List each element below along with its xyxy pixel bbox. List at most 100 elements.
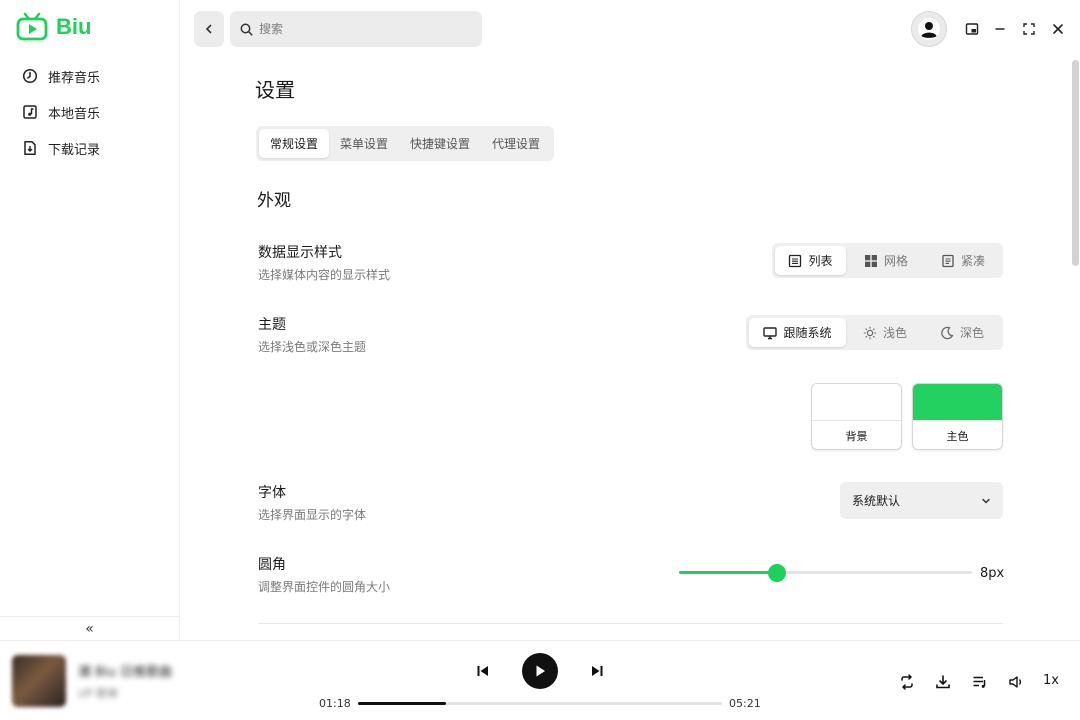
download-record-icon bbox=[24, 141, 36, 155]
total-time: 05:21 bbox=[729, 697, 761, 710]
page-title: 设置 bbox=[255, 78, 295, 102]
album-cover[interactable] bbox=[12, 655, 66, 707]
tab-general-settings[interactable]: 常规设置 bbox=[259, 129, 330, 158]
chevron-left-icon bbox=[205, 24, 212, 34]
playlist-button[interactable] bbox=[969, 671, 991, 693]
theme-dark-label: 深色 bbox=[959, 326, 984, 340]
font-label: 字体 bbox=[258, 485, 286, 501]
user-avatar[interactable] bbox=[911, 11, 947, 47]
skip-previous-icon bbox=[477, 666, 488, 676]
display-style-desc: 选择媒体内容的显示样式 bbox=[258, 268, 391, 282]
display-style-compact-button[interactable]: 紧凑 bbox=[926, 246, 1000, 275]
content-scrollbar[interactable] bbox=[1072, 60, 1079, 266]
search-icon bbox=[240, 23, 253, 36]
previous-track-button[interactable] bbox=[473, 661, 493, 681]
theme-selector: 跟随系统 浅色 深色 bbox=[746, 315, 1003, 350]
track-title[interactable]: 潮 Biu 日推歌曲 bbox=[78, 661, 172, 680]
search-box bbox=[230, 11, 482, 47]
download-button[interactable] bbox=[932, 671, 954, 693]
sidebar: Biu 推荐音乐 本地音乐 下载记录 « bbox=[0, 0, 180, 640]
playback-progress-bar[interactable] bbox=[358, 702, 722, 705]
display-style-compact-label: 紧凑 bbox=[960, 254, 985, 268]
compact-icon bbox=[942, 254, 954, 267]
sun-icon bbox=[863, 326, 877, 339]
theme-label: 主题 bbox=[258, 317, 286, 333]
theme-desc: 选择浅色或深色主题 bbox=[258, 340, 367, 354]
back-button[interactable] bbox=[194, 11, 224, 47]
display-style-label: 数据显示样式 bbox=[258, 245, 342, 261]
background-color-preview bbox=[812, 384, 901, 421]
minimize-button[interactable] bbox=[989, 18, 1011, 40]
font-desc: 选择界面显示的字体 bbox=[258, 508, 367, 522]
playlist-icon bbox=[973, 676, 986, 688]
grid-icon bbox=[864, 254, 877, 267]
tab-proxy-settings[interactable]: 代理设置 bbox=[481, 129, 551, 158]
mini-mode-button[interactable] bbox=[961, 18, 983, 40]
tab-shortcut-settings[interactable]: 快捷键设置 bbox=[399, 129, 481, 158]
primary-color-swatch[interactable]: 主色 bbox=[912, 383, 1003, 450]
theme-light-button[interactable]: 浅色 bbox=[846, 318, 924, 347]
close-button[interactable] bbox=[1047, 18, 1069, 40]
monitor-icon bbox=[763, 326, 778, 339]
volume-icon bbox=[1009, 676, 1022, 688]
background-color-swatch[interactable]: 背景 bbox=[811, 383, 902, 450]
theme-light-label: 浅色 bbox=[882, 326, 907, 340]
display-style-grid-label: 网格 bbox=[883, 254, 908, 268]
play-icon bbox=[536, 665, 545, 677]
sidebar-item-recommend[interactable]: 推荐音乐 bbox=[0, 58, 179, 94]
display-style-grid-button[interactable]: 网格 bbox=[846, 246, 926, 275]
tv-logo-icon bbox=[16, 12, 48, 41]
settings-tabs: 常规设置 菜单设置 快捷键设置 代理设置 bbox=[256, 126, 555, 161]
radius-desc: 调整界面控件的圆角大小 bbox=[258, 580, 391, 594]
radius-slider-fill bbox=[679, 571, 777, 574]
sidebar-item-label: 本地音乐 bbox=[48, 106, 101, 122]
volume-button[interactable] bbox=[1005, 671, 1027, 693]
playback-speed-button[interactable]: 1x bbox=[1043, 673, 1059, 688]
chevron-down-icon bbox=[982, 498, 990, 504]
sidebar-nav: 推荐音乐 本地音乐 下载记录 bbox=[0, 58, 179, 166]
primary-color-label: 主色 bbox=[946, 429, 969, 443]
app-logo[interactable]: Biu bbox=[16, 12, 91, 42]
user-icon bbox=[918, 18, 940, 40]
moon-icon bbox=[941, 326, 954, 339]
repeat-icon bbox=[901, 674, 913, 690]
next-track-button[interactable] bbox=[587, 661, 607, 681]
tab-menu-settings[interactable]: 菜单设置 bbox=[329, 129, 399, 158]
sidebar-item-download-record[interactable]: 下载记录 bbox=[0, 130, 179, 166]
play-button[interactable] bbox=[522, 653, 558, 689]
search-input[interactable] bbox=[259, 22, 459, 36]
font-select[interactable]: 系统默认 bbox=[840, 482, 1003, 519]
skip-next-icon bbox=[592, 666, 603, 676]
fullscreen-icon bbox=[1023, 23, 1035, 35]
theme-follow-system-label: 跟随系统 bbox=[783, 326, 832, 340]
track-artist[interactable]: UP 歌单 bbox=[78, 685, 118, 701]
list-icon bbox=[789, 254, 802, 267]
close-icon bbox=[1053, 24, 1063, 34]
app-name: Biu bbox=[56, 14, 92, 39]
current-time: 01:18 bbox=[319, 697, 351, 710]
sidebar-item-label: 推荐音乐 bbox=[48, 70, 101, 86]
repeat-mode-button[interactable] bbox=[896, 671, 918, 693]
sidebar-item-local-music[interactable]: 本地音乐 bbox=[0, 94, 179, 130]
display-style-list-button[interactable]: 列表 bbox=[775, 246, 846, 275]
font-select-value: 系统默认 bbox=[852, 494, 901, 508]
recommend-icon bbox=[22, 68, 38, 84]
player-bar: 潮 Biu 日推歌曲 UP 歌单 01:18 05:21 1x bbox=[0, 640, 1080, 720]
sidebar-collapse-button[interactable]: « bbox=[0, 616, 179, 640]
local-music-icon bbox=[23, 105, 37, 119]
sidebar-item-label: 下载记录 bbox=[48, 142, 101, 158]
display-style-list-label: 列表 bbox=[808, 254, 833, 268]
background-color-label: 背景 bbox=[845, 429, 868, 443]
section-divider bbox=[258, 623, 1003, 624]
maximize-button[interactable] bbox=[1018, 18, 1040, 40]
mini-player-icon bbox=[965, 23, 979, 35]
display-style-selector: 列表 网格 紧凑 bbox=[772, 243, 1003, 278]
radius-slider[interactable] bbox=[679, 563, 972, 583]
primary-color-preview bbox=[913, 384, 1002, 421]
theme-dark-button[interactable]: 深色 bbox=[924, 318, 1000, 347]
download-icon bbox=[936, 675, 950, 689]
playback-progress-fill bbox=[358, 702, 447, 705]
radius-label: 圆角 bbox=[258, 557, 286, 573]
radius-slider-thumb[interactable] bbox=[767, 564, 786, 582]
theme-follow-system-button[interactable]: 跟随系统 bbox=[749, 318, 846, 347]
